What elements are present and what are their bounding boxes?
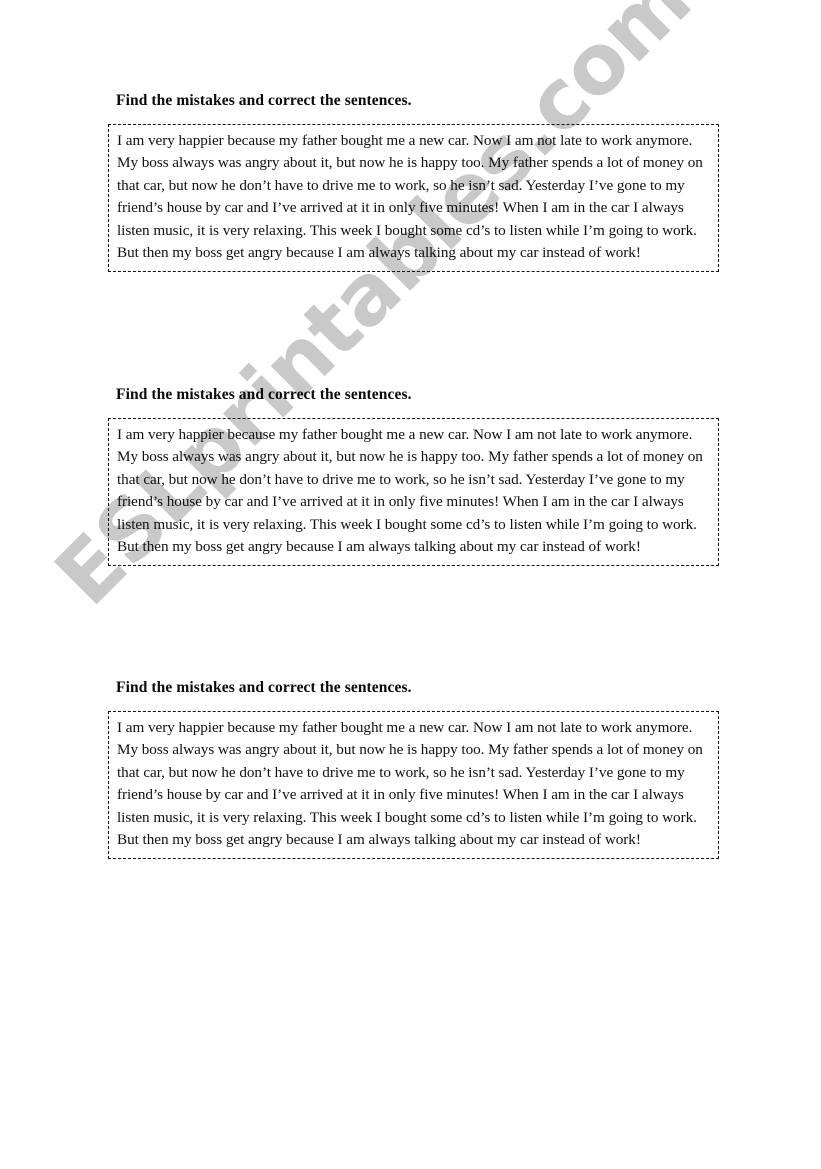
exercise-heading-2: Find the mistakes and correct the senten… [116, 386, 412, 403]
passage-box-3: I am very happier because my father boug… [108, 711, 719, 860]
exercise-block-1: Find the mistakes and correct the senten… [108, 92, 719, 273]
passage-text-3: I am very happier because my father boug… [117, 719, 703, 849]
passage-text-1: I am very happier because my father boug… [117, 132, 703, 262]
exercise-block-3: Find the mistakes and correct the senten… [108, 679, 719, 860]
passage-box-2: I am very happier because my father boug… [108, 418, 719, 567]
worksheet-content: Find the mistakes and correct the senten… [0, 0, 821, 1169]
passage-text-2: I am very happier because my father boug… [117, 426, 703, 556]
passage-box-1: I am very happier because my father boug… [108, 124, 719, 273]
worksheet-page: ESLprintables.com Find the mistakes and … [0, 0, 821, 1169]
exercise-heading-3: Find the mistakes and correct the senten… [116, 679, 412, 696]
exercise-heading-1: Find the mistakes and correct the senten… [116, 92, 412, 109]
exercise-block-2: Find the mistakes and correct the senten… [108, 386, 719, 567]
